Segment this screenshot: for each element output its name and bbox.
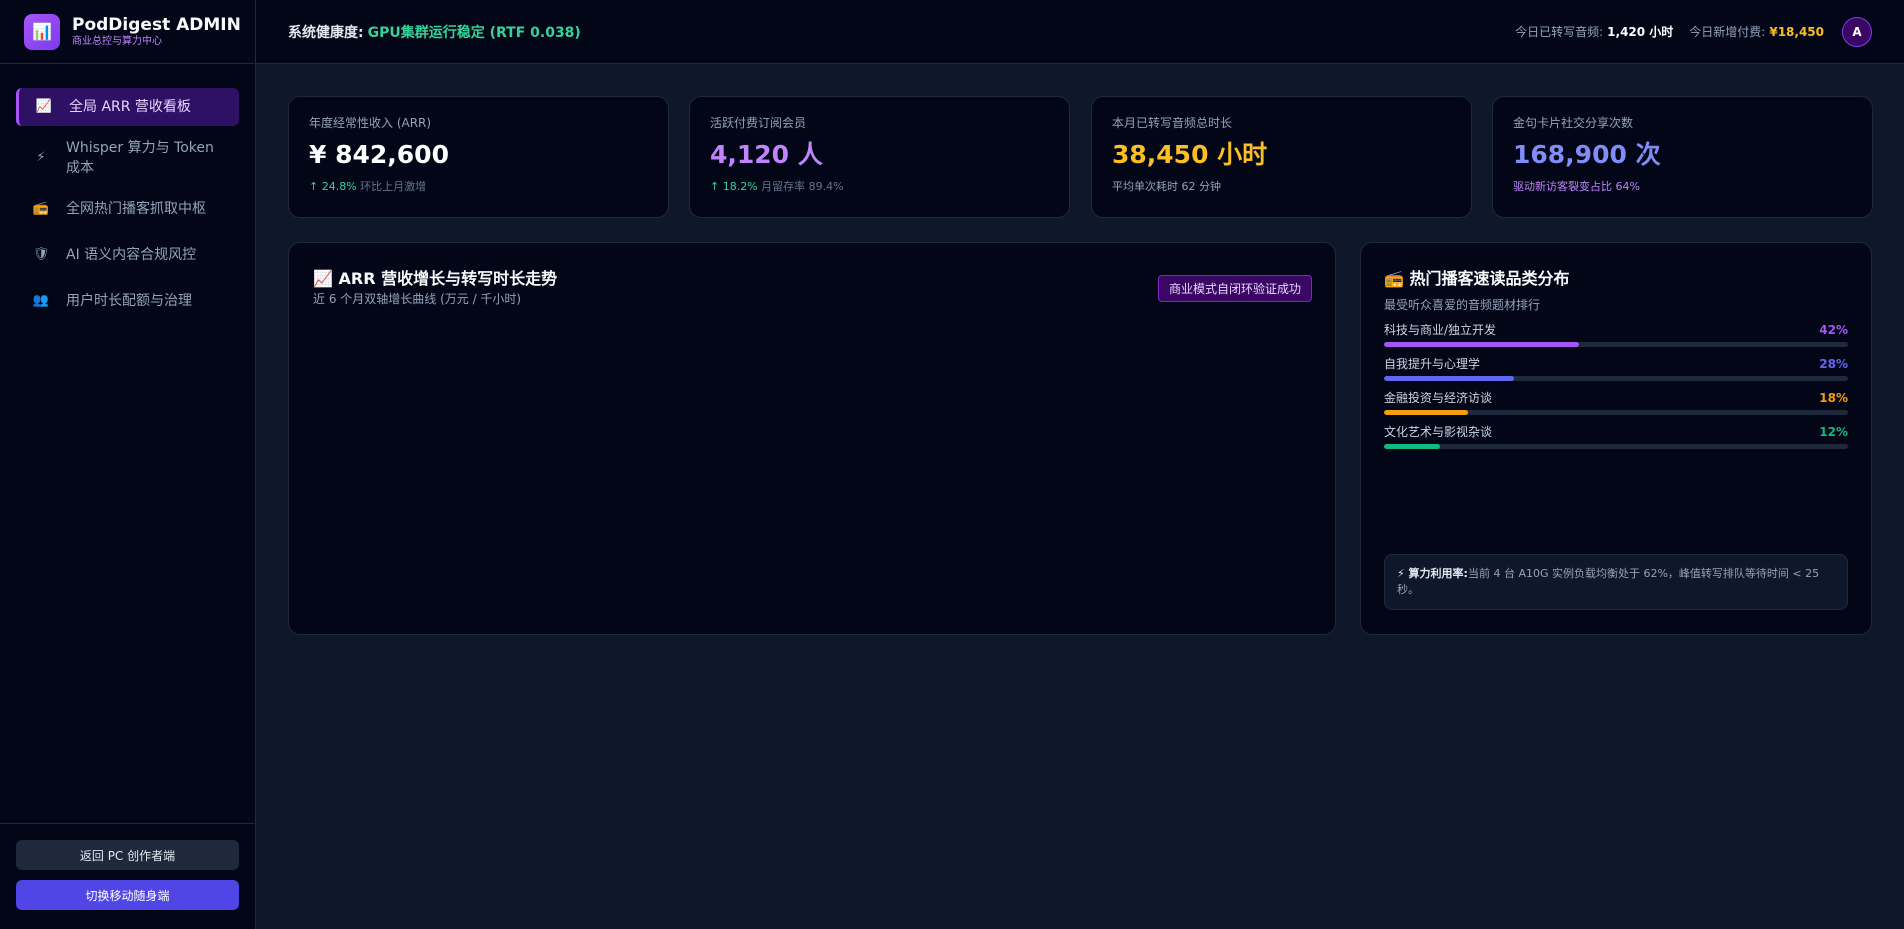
category-bar-track <box>1384 410 1848 415</box>
brand-title: PodDigest ADMIN <box>72 14 241 35</box>
gpu-utilization-note: ⚡ 算力利用率:当前 4 台 A10G 实例负载均衡处于 62%，峰值转写排队等… <box>1384 554 1848 610</box>
category-row: 科技与商业/独立开发 42% <box>1384 321 1848 347</box>
sidebar-item-2[interactable]: 📻 全网热门播客抓取中枢 <box>16 190 239 228</box>
category-percent: 12% <box>1819 425 1848 439</box>
users-icon: 👥 <box>32 293 50 308</box>
back-to-pc-button[interactable]: 返回 PC 创作者端 <box>16 840 239 870</box>
category-bar-track <box>1384 376 1848 381</box>
topbar: 系统健康度: GPU集群运行稳定 (RTF 0.038) 今日已转写音频: 1,… <box>256 0 1904 64</box>
kpi-card: 金句卡片社交分享次数 168,900 次 驱动新访客裂变占比 64% <box>1492 96 1873 218</box>
shield-icon: 🛡 <box>32 247 50 262</box>
bar-chart-icon: 📊 <box>24 13 60 50</box>
kpi-footnote: 平均单次耗时 62 分钟 <box>1112 179 1451 195</box>
kpi-label: 金句卡片社交分享次数 <box>1513 116 1634 130</box>
category-percent: 28% <box>1819 357 1848 371</box>
status-badge: 商业模式自闭环验证成功 <box>1157 275 1312 302</box>
kpi-label: 活跃付费订阅会员 <box>710 116 807 130</box>
category-percent: 18% <box>1819 391 1848 405</box>
kpi-value: 38,450 小时 <box>1112 140 1268 169</box>
kpi-card: 活跃付费订阅会员 4,120 人 ↑ 18.2% 月留存率 89.4% <box>689 96 1070 218</box>
kpi-footnote: ↑ 24.8% 环比上月激增 <box>309 179 648 195</box>
kpi-footnote: 驱动新访客裂变占比 64% <box>1513 179 1852 195</box>
kpi-card: 本月已转写音频总时长 38,450 小时 平均单次耗时 62 分钟 <box>1091 96 1472 218</box>
sidebar-item-label: 全网热门播客抓取中枢 <box>66 201 206 217</box>
category-list: 科技与商业/独立开发 42% 自我提升与心理学 28% 金融投资与经济访谈 18% 文化艺术… <box>1384 321 1848 449</box>
sidebar-item-label: Whisper 算力与 Token 成本 <box>66 140 214 176</box>
kpi-value: ¥ 842,600 <box>309 140 449 169</box>
sidebar-item-label: 用户时长配额与治理 <box>66 293 192 309</box>
category-row: 文化艺术与影视杂谈 12% <box>1384 423 1848 449</box>
sidebar: 📊 PodDigest ADMIN 商业总控与算力中心 📈 全局 ARR 营收看板… <box>0 0 256 929</box>
today-pay-value: ¥18,450 <box>1769 24 1824 39</box>
category-bar-track <box>1384 342 1848 347</box>
kpi-value: 4,120 人 <box>710 140 823 169</box>
brand: 📊 PodDigest ADMIN 商业总控与算力中心 <box>0 0 255 64</box>
today-transcribe-value: 1,420 小时 <box>1607 25 1674 39</box>
kpi-card: 年度经常性收入 (ARR) ¥ 842,600 ↑ 24.8% 环比上月激增 <box>288 96 669 218</box>
switch-mobile-button[interactable]: 切换移动随身端 <box>16 880 239 910</box>
top-stats: 今日已转写音频: 1,420 小时 今日新增付费: ¥18,450 A <box>1515 16 1872 47</box>
chart-up-icon: 📈 <box>35 99 53 114</box>
avatar[interactable]: A <box>1842 16 1872 47</box>
kpi-growth: ↑ 18.2% <box>710 180 758 193</box>
health-status: GPU集群运行稳定 (RTF 0.038) <box>367 24 581 41</box>
category-bar-fill <box>1384 376 1514 381</box>
category-panel: 📻 热门播客速读品类分布 最受听众喜爱的音频题材排行 科技与商业/独立开发 42%… <box>1360 242 1872 635</box>
category-label: 自我提升与心理学 <box>1384 357 1481 371</box>
brand-subtitle: 商业总控与算力中心 <box>72 35 162 47</box>
today-transcribe-label: 今日已转写音频: <box>1515 25 1604 39</box>
kpi-footnote: ↑ 18.2% 月留存率 89.4% <box>710 179 1049 195</box>
category-bar-fill <box>1384 444 1440 449</box>
category-row: 自我提升与心理学 28% <box>1384 355 1848 381</box>
sidebar-item-1[interactable]: ⚡ Whisper 算力与 Token 成本 <box>16 134 239 182</box>
category-bar-fill <box>1384 342 1579 347</box>
note-title: ⚡ 算力利用率: <box>1397 567 1468 580</box>
kpi-foot-text: 平均单次耗时 62 分钟 <box>1112 180 1221 193</box>
kpi-foot-text: 月留存率 89.4% <box>761 180 844 193</box>
category-percent: 42% <box>1819 323 1848 337</box>
kpi-growth: ↑ 24.8% <box>309 180 357 193</box>
sidebar-item-label: AI 语义内容合规风控 <box>66 247 197 263</box>
category-bar-track <box>1384 444 1848 449</box>
kpi-foot-text: 环比上月激增 <box>360 180 427 193</box>
category-bar-fill <box>1384 410 1468 415</box>
today-pay-label: 今日新增付费: <box>1689 25 1766 39</box>
kpi-value: 168,900 次 <box>1513 140 1661 169</box>
lightning-icon: ⚡ <box>36 150 46 165</box>
category-subtitle: 最受听众喜爱的音频题材排行 <box>1384 298 1541 312</box>
radio-icon: 📻 <box>32 201 50 216</box>
kpi-foot-text: 驱动新访客裂变占比 64% <box>1513 180 1640 193</box>
category-label: 文化艺术与影视杂谈 <box>1384 425 1493 439</box>
kpi-label: 本月已转写音频总时长 <box>1112 116 1233 130</box>
category-label: 科技与商业/独立开发 <box>1384 323 1497 337</box>
category-label: 金融投资与经济访谈 <box>1384 391 1493 405</box>
sidebar-item-4[interactable]: 👥 用户时长配额与治理 <box>16 282 239 320</box>
sidebar-item-3[interactable]: 🛡 AI 语义内容合规风控 <box>16 236 239 274</box>
sidebar-item-label: 全局 ARR 营收看板 <box>69 99 191 115</box>
sidebar-nav: 📈 全局 ARR 营收看板 ⚡ Whisper 算力与 Token 成本 📻 全网热门播客… <box>16 88 239 328</box>
sidebar-footer: 返回 PC 创作者端 切换移动随身端 <box>0 823 256 929</box>
category-row: 金融投资与经济访谈 18% <box>1384 389 1848 415</box>
trend-panel: 📈 ARR 营收增长与转写时长走势 近 6 个月双轴增长曲线 (万元 / 千小时… <box>288 242 1336 635</box>
category-title: 📻 热门播客速读品类分布 <box>1384 269 1570 288</box>
health-label: 系统健康度: <box>288 24 364 41</box>
sidebar-item-0[interactable]: 📈 全局 ARR 营收看板 <box>16 88 239 126</box>
kpi-label: 年度经常性收入 (ARR) <box>309 116 432 130</box>
trend-chart-area <box>313 323 1311 610</box>
